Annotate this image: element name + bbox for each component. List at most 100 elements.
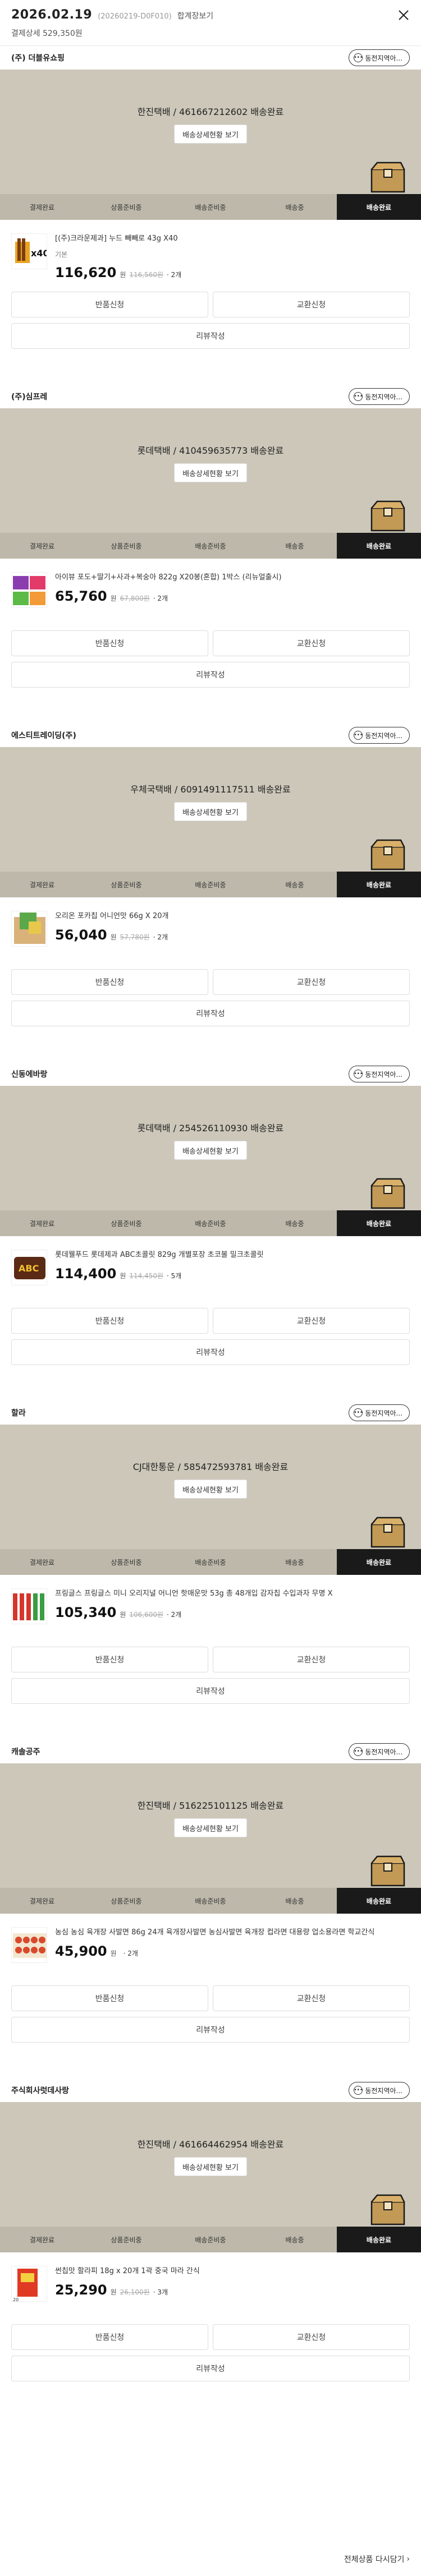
- product-info: 농심 농심 육개장 사발면 86g 24개 육개장사발면 농심사발면 육개장 컵…: [55, 1927, 410, 1959]
- chat-icon: •••: [354, 392, 363, 401]
- product-name[interactable]: [(주)크라운제과] 누드 빼빼로 43g X40: [55, 233, 410, 244]
- reorder-all-link[interactable]: 전체상품 다시담기 ›: [344, 2554, 410, 2565]
- seller-chat-button[interactable]: ••• 동전지역아...: [349, 1066, 410, 1082]
- return-button[interactable]: 반품신청: [11, 630, 208, 656]
- order-actions: 반품신청 교환신청 리뷰작성: [0, 2324, 421, 2381]
- return-button[interactable]: 반품신청: [11, 1647, 208, 1672]
- review-button[interactable]: 리뷰작성: [11, 1678, 410, 1704]
- exchange-button[interactable]: 교환신청: [213, 630, 410, 656]
- product-row[interactable]: 아이뷰 포도+딸기+사과+복숭아 822g X20봉(혼합) 1박스 (리뉴얼출…: [0, 559, 421, 625]
- review-button[interactable]: 리뷰작성: [11, 1339, 410, 1365]
- seller-bar: 주식회사럿데사랑 ••• 동전지역아...: [0, 2079, 421, 2102]
- delivery-status-panel: 롯데택배 / 410459635773 배송완료 배송상세현황 보기 결제완료 상…: [0, 408, 421, 559]
- seller-chat-button[interactable]: ••• 동전지역아...: [349, 388, 410, 405]
- seller-name[interactable]: (주)심프레: [11, 391, 47, 402]
- product-thumbnail[interactable]: [11, 911, 47, 947]
- return-button[interactable]: 반품신청: [11, 292, 208, 317]
- price-row: 45,900 원 · 2개: [55, 1943, 410, 1959]
- delivery-step: 배송완료: [337, 2227, 421, 2252]
- delivery-box-icon: [370, 839, 405, 870]
- seller-chat-button[interactable]: ••• 동전지역아...: [349, 49, 410, 66]
- seller-chat-button[interactable]: ••• 동전지역아...: [349, 1743, 410, 1760]
- product-row[interactable]: 농심 농심 육개장 사발면 86g 24개 육개장사발면 농심사발면 육개장 컵…: [0, 1914, 421, 1980]
- delivery-step: 배송완료: [337, 1888, 421, 1914]
- product-thumbnail[interactable]: 20: [11, 2266, 47, 2302]
- review-button[interactable]: 리뷰작성: [11, 323, 410, 349]
- return-button[interactable]: 반품신청: [11, 969, 208, 995]
- product-name[interactable]: 오리온 포카칩 어니언맛 66g X 20개: [55, 911, 410, 921]
- exchange-button[interactable]: 교환신청: [213, 1308, 410, 1334]
- delivery-step: 상품준비중: [111, 1219, 142, 1228]
- product-thumbnail[interactable]: ABC: [11, 1250, 47, 1285]
- return-button[interactable]: 반품신청: [11, 2324, 208, 2350]
- payment-summary[interactable]: 결제상세 529,350원: [11, 27, 410, 39]
- price-row: 105,340 원 106,600원 · 2개: [55, 1605, 410, 1620]
- order-actions: 반품신청 교환신청 리뷰작성: [0, 969, 421, 1026]
- delivery-detail-button[interactable]: 배송상세현황 보기: [174, 463, 247, 482]
- product-row[interactable]: 프링글스 프링글스 미니 오리지널 어니언 핫매운맛 53g 총 48개입 감자…: [0, 1575, 421, 1641]
- delivery-box-icon: [370, 500, 405, 532]
- delivery-step: 배송준비중: [195, 881, 226, 889]
- product-quantity: · 3개: [153, 2288, 168, 2296]
- seller-chat-button[interactable]: ••• 동전지역아...: [349, 2082, 410, 2099]
- seller-order-block: 주식회사럿데사랑 ••• 동전지역아... 한진택배 / 46166446295…: [0, 2079, 421, 2417]
- chat-icon: •••: [354, 1070, 363, 1079]
- exchange-button[interactable]: 교환신청: [213, 1647, 410, 1672]
- product-thumbnail[interactable]: x40: [11, 233, 47, 269]
- seller-name[interactable]: (주) 더블유쇼핑: [11, 52, 65, 63]
- delivery-status-panel: 롯데택배 / 254526110930 배송완료 배송상세현황 보기 결제완료 상…: [0, 1086, 421, 1236]
- delivery-detail-button[interactable]: 배송상세현황 보기: [174, 802, 247, 821]
- review-button[interactable]: 리뷰작성: [11, 2356, 410, 2381]
- exchange-button[interactable]: 교환신청: [213, 292, 410, 317]
- price-row: 65,760 원 67,800원 · 2개: [55, 588, 410, 604]
- delivery-steps: 결제완료 상품준비중 배송준비중 배송중 배송완료: [0, 194, 421, 220]
- review-button[interactable]: 리뷰작성: [11, 1001, 410, 1026]
- delivery-detail-button[interactable]: 배송상세현황 보기: [174, 125, 247, 144]
- product-name[interactable]: 롯데웰푸드 롯데제과 ABC초콜릿 829g 개별포장 초코볼 밀크초콜릿: [55, 1250, 410, 1260]
- return-button[interactable]: 반품신청: [11, 1308, 208, 1334]
- product-thumbnail[interactable]: [11, 1927, 47, 1963]
- product-thumbnail[interactable]: [11, 572, 47, 608]
- product-row[interactable]: x40 [(주)크라운제과] 누드 빼빼로 43g X40 기본 116,620…: [0, 220, 421, 286]
- seller-chat-button[interactable]: ••• 동전지역아...: [349, 1404, 410, 1421]
- review-button[interactable]: 리뷰작성: [11, 2017, 410, 2043]
- product-thumbnail[interactable]: [11, 1588, 47, 1624]
- seller-name[interactable]: 신동에바랑: [11, 1068, 47, 1080]
- product-row[interactable]: ABC 롯데웰푸드 롯데제과 ABC초콜릿 829g 개별포장 초코볼 밀크초콜…: [0, 1236, 421, 1302]
- seller-name[interactable]: 할라: [11, 1407, 26, 1418]
- seller-name[interactable]: 에스티트레이딩(주): [11, 730, 76, 741]
- delivery-steps: 결제완료 상품준비중 배송준비중 배송중 배송완료: [0, 1210, 421, 1236]
- review-button[interactable]: 리뷰작성: [11, 662, 410, 688]
- exchange-button[interactable]: 교환신청: [213, 1985, 410, 2011]
- product-name[interactable]: 농심 농심 육개장 사발면 86g 24개 육개장사발면 농심사발면 육개장 컵…: [55, 1927, 410, 1938]
- seller-order-block: (주)심프레 ••• 동전지역아... 롯데택배 / 410459635773 …: [0, 385, 421, 724]
- order-actions: 반품신청 교환신청 리뷰작성: [0, 1647, 421, 1704]
- product-row[interactable]: 오리온 포카칩 어니언맛 66g X 20개 56,040 원 57,780원 …: [0, 897, 421, 964]
- close-icon[interactable]: [396, 8, 411, 22]
- seller-name[interactable]: 주식회사럿데사랑: [11, 2085, 69, 2096]
- seller-name[interactable]: 캐솔공주: [11, 1746, 40, 1757]
- delivery-step: 결제완료: [29, 881, 55, 889]
- seller-chat-button[interactable]: ••• 동전지역아...: [349, 727, 410, 744]
- product-name[interactable]: 썬칩맛 할라피 18g x 20개 1곽 중국 마라 간식: [55, 2266, 410, 2277]
- order-actions: 반품신청 교환신청 리뷰작성: [0, 1308, 421, 1365]
- delivery-step: 상품준비중: [111, 203, 142, 211]
- product-row[interactable]: 20 썬칩맛 할라피 18g x 20개 1곽 중국 마라 간식 25,290 …: [0, 2252, 421, 2319]
- price-row: 56,040 원 57,780원 · 2개: [55, 927, 410, 943]
- product-name[interactable]: 아이뷰 포도+딸기+사과+복숭아 822g X20봉(혼합) 1박스 (리뉴얼출…: [55, 572, 410, 583]
- product-name[interactable]: 프링글스 프링글스 미니 오리지널 어니언 핫매운맛 53g 총 48개입 감자…: [55, 1588, 410, 1599]
- order-actions: 반품신청 교환신청 리뷰작성: [0, 1985, 421, 2043]
- return-button[interactable]: 반품신청: [11, 1985, 208, 2011]
- exchange-button[interactable]: 교환신청: [213, 969, 410, 995]
- delivery-detail-button[interactable]: 배송상세현황 보기: [174, 2157, 247, 2176]
- receipt-link[interactable]: 합계장보기: [177, 10, 213, 21]
- product-info: 아이뷰 포도+딸기+사과+복숭아 822g X20봉(혼합) 1박스 (리뉴얼출…: [55, 572, 410, 604]
- delivery-step: 결제완료: [29, 1219, 55, 1228]
- delivery-detail-button[interactable]: 배송상세현황 보기: [174, 1818, 247, 1837]
- exchange-button[interactable]: 교환신청: [213, 2324, 410, 2350]
- product-info: 썬칩맛 할라피 18g x 20개 1곽 중국 마라 간식 25,290 원 2…: [55, 2266, 410, 2298]
- product-option: 기본: [55, 251, 68, 259]
- delivery-detail-button[interactable]: 배송상세현황 보기: [174, 1480, 247, 1499]
- product-price: 25,290: [55, 2282, 107, 2298]
- delivery-detail-button[interactable]: 배송상세현황 보기: [174, 1141, 247, 1160]
